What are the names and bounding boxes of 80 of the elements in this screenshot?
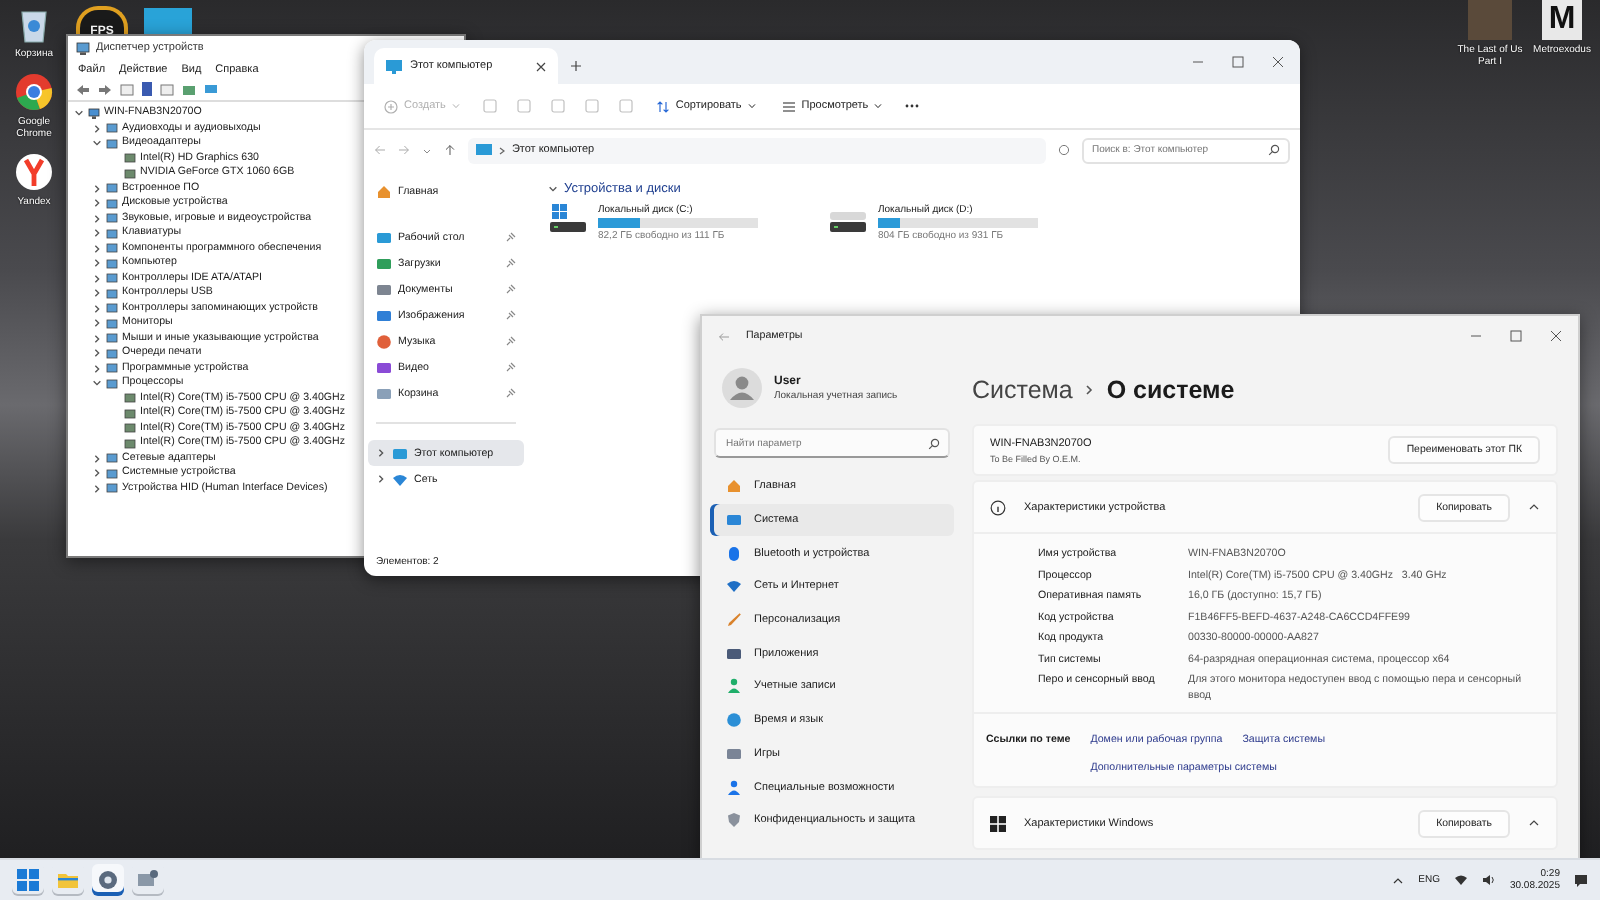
chevron-right-icon[interactable]: [92, 363, 102, 374]
list-icon: [781, 99, 796, 113]
chevron-down-icon[interactable]: [548, 184, 558, 194]
back-arrow-icon[interactable]: [76, 83, 90, 95]
chevron-right-icon[interactable]: [92, 228, 102, 239]
windows-logo-icon[interactable]: [16, 868, 40, 892]
person-icon: [726, 678, 742, 695]
chevron-right-icon[interactable]: [92, 183, 102, 194]
computer-icon: [88, 107, 100, 120]
maximize-icon[interactable]: [1510, 330, 1522, 342]
drive-icon[interactable]: [548, 204, 588, 236]
caret-icon: [451, 102, 460, 110]
chevron-right-icon[interactable]: [92, 453, 102, 464]
folder-icon[interactable]: [56, 868, 80, 892]
user-avatar-icon: [722, 368, 762, 408]
chevron-right-icon[interactable]: [376, 474, 386, 484]
close-icon[interactable]: [1272, 56, 1284, 68]
chevron-right-icon[interactable]: [92, 213, 102, 224]
refresh-icon[interactable]: [1058, 144, 1071, 156]
chevron-right-icon[interactable]: [92, 303, 102, 314]
chevron-right-icon[interactable]: [92, 273, 102, 284]
maximize-icon[interactable]: [1232, 56, 1244, 68]
chevron-up-icon[interactable]: [1528, 502, 1540, 512]
caret-icon: [747, 102, 756, 110]
chevron-right-icon[interactable]: [92, 243, 102, 254]
game-logo-icon[interactable]: M: [1542, 0, 1582, 40]
chevron-right-icon[interactable]: [92, 483, 102, 494]
shield-icon: [726, 812, 742, 829]
house-icon: [376, 183, 392, 199]
chevron-up-icon[interactable]: [1392, 875, 1405, 885]
device-manager-icon[interactable]: [136, 868, 160, 892]
properties-icon[interactable]: [120, 83, 134, 95]
computer-icon: [76, 41, 90, 55]
speaker-icon[interactable]: [1481, 874, 1496, 886]
info-icon: [990, 499, 1006, 515]
monitor-icon: [726, 512, 742, 529]
caret-icon: [874, 102, 883, 110]
search-icon: [1268, 144, 1281, 156]
gear-icon[interactable]: [96, 868, 120, 892]
chevron-down-icon[interactable]: [92, 138, 102, 149]
chevron-right-icon[interactable]: [92, 288, 102, 299]
network-icon: [392, 471, 408, 487]
plus-icon[interactable]: [570, 60, 582, 72]
chevron-up-icon[interactable]: [1528, 818, 1540, 828]
chevron-right-icon: [1084, 384, 1095, 396]
chevron-right-icon[interactable]: [92, 258, 102, 269]
close-icon[interactable]: [1550, 330, 1562, 342]
search-icon: [928, 437, 940, 449]
chevron-right-icon[interactable]: [92, 468, 102, 479]
chevron-right-icon[interactable]: [92, 123, 102, 134]
chevron-right-icon: [497, 145, 506, 155]
up-arrow-icon[interactable]: [443, 144, 456, 156]
chevron-right-icon[interactable]: [92, 348, 102, 359]
chevron-right-icon[interactable]: [92, 333, 102, 344]
brush-icon: [726, 612, 742, 629]
page-title: О системе: [1106, 376, 1235, 404]
accessibility-icon: [726, 779, 742, 796]
browser-icon[interactable]: [14, 152, 54, 192]
computer-icon: [392, 445, 408, 461]
notification-icon[interactable]: [1574, 873, 1588, 887]
window-icon[interactable]: [160, 83, 174, 95]
monitor-icon[interactable]: [204, 83, 218, 95]
monitor-icon: [386, 59, 402, 73]
windows-logo-icon: [990, 815, 1006, 831]
plus-circle-icon: [384, 99, 398, 113]
wifi-icon[interactable]: [1453, 874, 1468, 886]
house-icon: [726, 478, 742, 495]
chevron-down-icon[interactable]: [74, 108, 84, 119]
apps-icon: [726, 645, 742, 662]
close-icon[interactable]: [536, 61, 546, 71]
chevron-right-icon[interactable]: [92, 318, 102, 329]
chevron-down-icon[interactable]: [92, 378, 102, 389]
monitor-icon: [475, 143, 492, 157]
forward-arrow-icon[interactable]: [98, 83, 112, 95]
chevron-right-icon[interactable]: [376, 448, 386, 458]
wifi-icon: [726, 578, 742, 595]
chevron-right-icon[interactable]: [92, 198, 102, 209]
browser-icon[interactable]: [14, 72, 54, 112]
sort-arrows-icon: [655, 99, 670, 113]
breadcrumb-link[interactable]: Система: [972, 376, 1073, 404]
